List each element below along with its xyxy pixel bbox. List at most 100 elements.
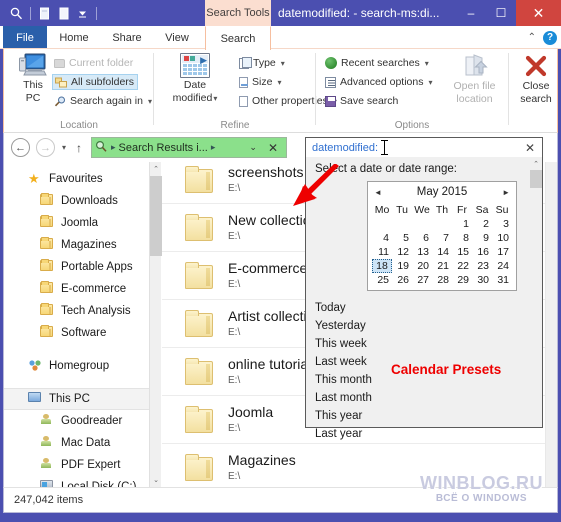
search-tools-contextual-tab[interactable]: Search Tools xyxy=(205,0,271,26)
calendar-day[interactable]: 12 xyxy=(392,245,412,259)
calendar-day[interactable]: 17 xyxy=(492,245,512,259)
sidebar-item-software[interactable]: Software xyxy=(4,322,149,344)
tab-home[interactable]: Home xyxy=(47,26,101,49)
scroll-up-icon[interactable]: ⌃ xyxy=(530,157,542,170)
calendar-day[interactable]: 1 xyxy=(452,217,472,231)
collapse-ribbon-icon[interactable]: ⌃ xyxy=(528,32,536,43)
sidebar-item-portable-apps[interactable]: Portable Apps xyxy=(4,256,149,278)
calendar-day[interactable]: 4 xyxy=(372,231,392,245)
sidebar-item-goodreader[interactable]: Goodreader xyxy=(4,410,149,432)
all-subfolders-option[interactable]: All subfolders xyxy=(52,74,139,90)
up-button[interactable]: ↑ xyxy=(76,141,82,155)
calendar-day[interactable]: 2 xyxy=(472,217,492,231)
breadcrumb[interactable]: Search Results i... xyxy=(119,142,208,154)
preset-this-month[interactable]: This month xyxy=(315,371,372,389)
nav-header-favourites[interactable]: ★ Favourites xyxy=(4,168,149,190)
calendar-day[interactable]: 7 xyxy=(432,231,452,245)
tab-view[interactable]: View xyxy=(153,26,201,49)
calendar-day[interactable]: 14 xyxy=(432,245,452,259)
calendar-day[interactable]: 19 xyxy=(392,259,412,273)
sidebar-item-local-disk-c[interactable]: Local Disk (C:) xyxy=(4,476,149,487)
this-pc-button[interactable]: This PC xyxy=(10,53,56,104)
minimize-button[interactable]: – xyxy=(456,0,486,26)
recent-locations-icon[interactable]: ▾ xyxy=(62,143,66,152)
calendar-day-selected[interactable]: 18 xyxy=(372,259,392,273)
calendar-day[interactable]: 11 xyxy=(372,245,392,259)
tab-file[interactable]: File xyxy=(3,26,47,49)
sidebar-item-tech-analysis[interactable]: Tech Analysis xyxy=(4,300,149,322)
chevron-down-icon[interactable]: ▾ xyxy=(277,78,281,87)
date-modified-button[interactable]: ▶ Date modified▾ xyxy=(164,53,226,104)
calendar-day[interactable]: 6 xyxy=(412,231,432,245)
preset-last-month[interactable]: Last month xyxy=(315,389,372,407)
calendar-day[interactable]: 8 xyxy=(452,231,472,245)
save-search-option[interactable]: Save search xyxy=(325,93,398,109)
chevron-down-icon[interactable]: ▾ xyxy=(428,78,432,87)
prev-month-icon[interactable]: ◄ xyxy=(374,188,382,197)
scrollbar-thumb[interactable] xyxy=(150,176,162,256)
customize-qat-dropdown-icon[interactable] xyxy=(74,4,91,22)
current-folder-option[interactable]: Current folder xyxy=(54,55,133,71)
search-input[interactable]: datemodified: ✕ xyxy=(305,137,543,158)
calendar-day[interactable]: 26 xyxy=(392,273,412,287)
calendar-day[interactable]: 10 xyxy=(492,231,512,245)
refine-size-option[interactable]: Size ▾ xyxy=(239,74,281,90)
sidebar-item-this-pc[interactable]: This PC xyxy=(4,388,149,410)
calendar-day[interactable]: 28 xyxy=(432,273,452,287)
calendar-day[interactable]: 21 xyxy=(432,259,452,273)
new-document-icon[interactable] xyxy=(36,4,53,22)
chevron-down-icon[interactable]: ▾ xyxy=(281,59,285,68)
maximize-button[interactable]: ☐ xyxy=(486,0,516,26)
preset-yesterday[interactable]: Yesterday xyxy=(315,317,372,335)
calendar-day[interactable]: 24 xyxy=(492,259,512,273)
address-dropdown-icon[interactable]: ⌄ xyxy=(242,142,264,153)
calendar-day[interactable]: 30 xyxy=(472,273,492,287)
clear-search-icon[interactable]: ✕ xyxy=(525,141,535,155)
back-button[interactable]: ← xyxy=(11,138,30,157)
forward-button[interactable]: → xyxy=(36,138,55,157)
address-bar[interactable]: ▸ Search Results i... ▸ ⌄ ✕ xyxy=(91,137,288,158)
scroll-down-icon[interactable]: ⌄ xyxy=(150,473,162,487)
chevron-down-icon[interactable]: ▾ xyxy=(148,97,152,106)
breadcrumb-separator-2[interactable]: ▸ xyxy=(211,142,216,153)
advanced-options-option[interactable]: Advanced options ▾ xyxy=(325,74,433,90)
sidebar-item-e-commerce[interactable]: E-commerce xyxy=(4,278,149,300)
calendar-day[interactable]: 9 xyxy=(472,231,492,245)
recent-searches-option[interactable]: Recent searches ▾ xyxy=(325,55,429,71)
chevron-down-icon[interactable]: ▾ xyxy=(425,59,429,68)
search-again-in-option[interactable]: Search again in ▾ xyxy=(54,93,152,109)
calendar-day[interactable]: 22 xyxy=(452,259,472,273)
calendar-day[interactable]: 25 xyxy=(372,273,392,287)
calendar-day[interactable]: 27 xyxy=(412,273,432,287)
sidebar-item-mac-data[interactable]: Mac Data xyxy=(4,432,149,454)
sidebar-item-homegroup[interactable]: Homegroup xyxy=(4,355,149,377)
calendar-day[interactable]: 23 xyxy=(472,259,492,273)
preset-last-year[interactable]: Last year xyxy=(315,425,372,443)
refine-type-option[interactable]: Type ▾ xyxy=(239,55,285,71)
properties-icon[interactable] xyxy=(55,4,72,22)
next-month-icon[interactable]: ► xyxy=(502,188,510,197)
calendar-day[interactable]: 15 xyxy=(452,245,472,259)
tab-share[interactable]: Share xyxy=(101,26,153,49)
preset-last-week[interactable]: Last week xyxy=(315,353,372,371)
calendar-day[interactable]: 3 xyxy=(492,217,512,231)
calendar-day[interactable]: 13 xyxy=(412,245,432,259)
calendar-day[interactable]: 20 xyxy=(412,259,432,273)
scrollbar-thumb[interactable] xyxy=(530,170,542,188)
scroll-up-icon[interactable]: ⌃ xyxy=(150,162,162,176)
close-button[interactable]: ✕ xyxy=(516,0,561,26)
dropdown-scrollbar[interactable]: ⌃ xyxy=(530,157,542,426)
open-file-location-button[interactable]: Open file location xyxy=(447,53,502,105)
file-list-scrollbar[interactable] xyxy=(545,162,557,487)
navigation-pane-scrollbar[interactable]: ⌃ ⌄ xyxy=(149,162,162,487)
sidebar-item-downloads[interactable]: Downloads xyxy=(4,190,149,212)
preset-this-week[interactable]: This week xyxy=(315,335,372,353)
calendar-day[interactable]: 29 xyxy=(452,273,472,287)
stop-refresh-icon[interactable]: ✕ xyxy=(264,141,286,155)
preset-today[interactable]: Today xyxy=(315,299,372,317)
calendar-day[interactable]: 5 xyxy=(392,231,412,245)
preset-this-year[interactable]: This year xyxy=(315,407,372,425)
sidebar-item-pdf-expert[interactable]: PDF Expert xyxy=(4,454,149,476)
help-icon[interactable]: ? xyxy=(543,30,557,45)
calendar-day[interactable]: 31 xyxy=(492,273,512,287)
